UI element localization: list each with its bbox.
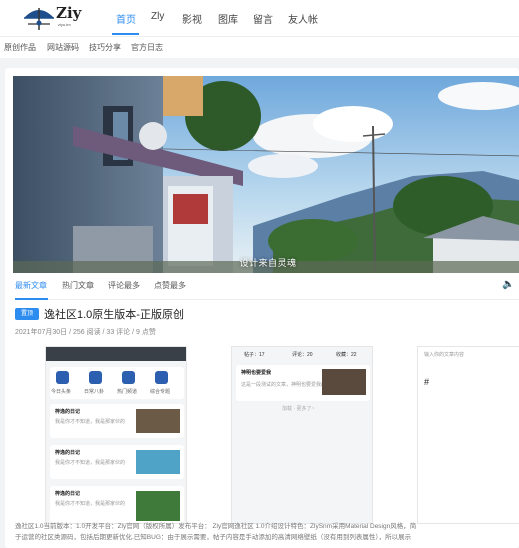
feed-card: 梓逸的日记 我是你才不知道，我是那家伙的 (50, 445, 184, 479)
tab-popular[interactable]: 热门文章 (62, 280, 94, 291)
logo-subtext: ziyu.tm (58, 22, 71, 27)
post-title[interactable]: 逸社区1.0原生版本-正版原创 (44, 306, 184, 322)
icon-label: 热门频道 (117, 389, 138, 395)
nav-zly[interactable]: Zly (151, 11, 164, 22)
subnav-official-log[interactable]: 官方日志 (131, 42, 163, 53)
gossip-icon (89, 371, 102, 384)
icon-label: 今日头条 (51, 389, 72, 395)
load-more[interactable]: 加载 · 更多了~ (282, 405, 314, 412)
nav-active-indicator (112, 33, 139, 35)
post-preview-image-3[interactable]: 输入你的文章内容 # (417, 346, 519, 524)
nav-guestbook[interactable]: 留言 (253, 11, 273, 26)
post-preview-image-1[interactable]: 今日头条 日常八卦 热门频道 综合专题 梓逸的日记 我是你才不知道，我是那家伙的… (45, 346, 187, 524)
news-icon (56, 371, 69, 384)
tab-latest[interactable]: 最新文章 (15, 280, 47, 291)
post-meta: 2021年07月30日 / 256 阅读 / 33 评论 / 9 点赞 (15, 329, 156, 336)
subnav-original-works[interactable]: 原创作品 (4, 42, 36, 53)
topic-icon (155, 371, 168, 384)
feed-card: 梓逸的日记 我是你才不知道，我是那家伙的 (50, 404, 184, 438)
stat-posts: 帖子：17 (244, 352, 265, 358)
editor-hash: # (424, 377, 430, 387)
preview-header-bar (46, 347, 186, 361)
tab-most-likes[interactable]: 点赞最多 (154, 280, 186, 291)
post-preview-image-2[interactable]: 帖子：17 评论：20 收藏：22 神明也要爱我 这是一段测试的文章，神明也要爱… (231, 346, 373, 524)
tab-most-comments[interactable]: 评论最多 (108, 280, 140, 291)
editor-placeholder: 输入你的文章内容 (424, 352, 465, 358)
pinned-badge: 置顶 (15, 308, 39, 320)
hot-channel-icon (122, 371, 135, 384)
site-logo[interactable]: Ziy ziyu.tm (22, 4, 82, 32)
banner-image[interactable]: 设计来自灵魂 (13, 76, 519, 273)
subnav-tips[interactable]: 技巧分享 (89, 42, 121, 53)
feed-card: 神明也要爱我 这是一段测试的文章，神明也要爱我的。 (236, 365, 370, 401)
top-header: Ziy ziyu.tm 首页 Zly 影视 图库 留言 友人帐 (0, 0, 519, 36)
icon-label: 综合专题 (150, 389, 171, 395)
subnav-site-source[interactable]: 网站源码 (47, 42, 79, 53)
article-tabs: 最新文章 热门文章 评论最多 点赞最多 (15, 280, 519, 300)
nav-gallery[interactable]: 图库 (218, 11, 238, 26)
main-card: 设计来自灵魂 最新文章 热门文章 评论最多 点赞最多 🔈 置顶 逸社区1.0原生… (5, 68, 519, 548)
category-subnav: 原创作品 网站源码 技巧分享 官方日志 (0, 36, 519, 58)
logo-umbrella-icon (24, 8, 54, 30)
speaker-icon[interactable]: 🔈 (502, 279, 514, 290)
stat-favorites: 收藏：22 (336, 352, 357, 358)
nav-friends[interactable]: 友人帐 (288, 11, 318, 26)
nav-movies[interactable]: 影视 (182, 11, 202, 26)
post-excerpt: 逸社区1.0当前版本：1.0开发平台：Zly官网（版权所属）发布平台： Zly官… (15, 523, 417, 541)
feed-card: 梓逸的日记 我是你才不知道，我是那家伙的 (50, 486, 184, 523)
icon-label: 日常八卦 (84, 389, 105, 395)
nav-home[interactable]: 首页 (116, 11, 136, 26)
banner-caption: 设计来自灵魂 (239, 258, 297, 268)
stat-comments: 评论：20 (292, 352, 313, 358)
tab-active-indicator (15, 298, 48, 300)
logo-text: Ziy (56, 4, 82, 22)
